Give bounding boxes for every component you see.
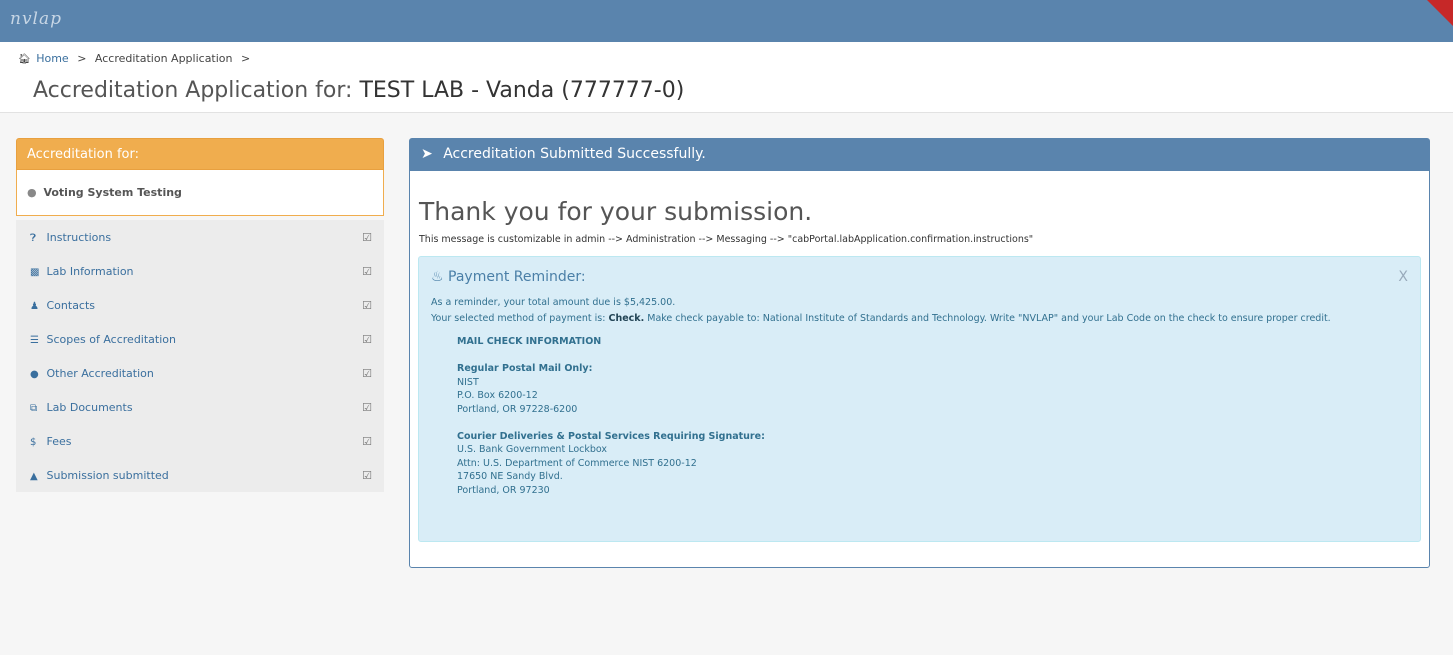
mail-heading: MAIL CHECK INFORMATION — [457, 336, 602, 347]
top-navbar: nvlap — [0, 0, 1453, 42]
payment-method-text: Your selected method of payment is: Chec… — [431, 313, 1331, 324]
copy-icon: ⧉ — [30, 403, 38, 414]
info-circle-icon: ❓︎ — [30, 233, 37, 244]
sidebar-item-label: Lab Information — [46, 265, 134, 278]
breadcrumb-accreditation-link[interactable]: Accreditation Application — [95, 52, 233, 65]
sidebar-item-scopes[interactable]: ☰ Scopes of Accreditation ☑ — [16, 322, 384, 356]
payment-reminder-title-text: Payment Reminder: — [448, 269, 586, 285]
customizable-message: This message is customizable in admin --… — [419, 234, 1034, 245]
payment-method-value: Check. — [608, 313, 645, 324]
panel-heading: ➤ Accreditation Submitted Successfully. — [410, 139, 1429, 171]
panel-heading-text: Accreditation Submitted Successfully. — [443, 146, 706, 162]
regular-address-line: Portland, OR 97228-6200 — [457, 403, 578, 415]
breadcrumb: 🏠︎ Home > Accreditation Application > — [18, 52, 255, 65]
check-square-icon: ☑ — [362, 435, 372, 448]
sidebar-item-instructions[interactable]: ❓︎ Instructions ☑ — [16, 220, 384, 254]
submission-panel: ➤ Accreditation Submitted Successfully. … — [409, 138, 1430, 568]
breadcrumb-home-link[interactable]: Home — [36, 52, 68, 65]
corner-ribbon — [1427, 0, 1453, 26]
regular-mail-heading: Regular Postal Mail Only: — [457, 363, 593, 374]
check-square-icon: ☑ — [362, 469, 372, 482]
sidebar-item-label: Scopes of Accreditation — [46, 333, 176, 346]
user-icon: ♟ — [30, 301, 39, 312]
check-square-icon: ☑ — [362, 401, 372, 414]
payment-reminder-alert: ♨ Payment Reminder: X As a reminder, you… — [418, 256, 1421, 542]
close-alert-button[interactable]: X — [1398, 269, 1408, 285]
check-square-icon: ☑ — [362, 231, 372, 244]
courier-address-line: Portland, OR 97230 — [457, 484, 550, 496]
mail-check-information: MAIL CHECK INFORMATION Regular Postal Ma… — [457, 335, 765, 497]
sidebar-steps: ❓︎ Instructions ☑ ▩ Lab Information ☑ ♟ … — [16, 220, 384, 492]
paper-plane-icon: ➤ — [421, 146, 433, 162]
page-title-prefix: Accreditation Application for: — [33, 78, 353, 103]
sidebar-heading: Accreditation for: — [16, 138, 384, 170]
amount-due-text: As a reminder, your total amount due is … — [431, 297, 676, 308]
circle-icon: ● — [30, 369, 39, 380]
payment-method-prefix: Your selected method of payment is: — [431, 313, 606, 324]
payment-reminder-title: ♨ Payment Reminder: — [431, 269, 586, 285]
sidebar-item-label: Contacts — [46, 299, 96, 312]
thumbs-up-icon: ▲ — [30, 471, 38, 482]
nvlap-logo[interactable]: nvlap — [10, 9, 62, 29]
check-square-icon: ☑ — [362, 265, 372, 278]
check-square-icon: ☑ — [362, 367, 372, 380]
building-icon: ▩ — [30, 267, 40, 278]
dollar-icon: $ — [30, 437, 37, 448]
bell-icon: ♨ — [431, 269, 444, 285]
courier-address-line: U.S. Bank Government Lockbox — [457, 444, 608, 455]
home-icon: 🏠︎ — [18, 54, 31, 65]
sidebar: Accreditation for: ● Voting System Testi… — [16, 138, 384, 492]
sidebar-item-label: Fees — [46, 435, 72, 448]
sidebar-item-contacts[interactable]: ♟ Contacts ☑ — [16, 288, 384, 322]
sidebar-item-fees[interactable]: $ Fees ☑ — [16, 424, 384, 458]
sidebar-item-label: Lab Documents — [46, 401, 133, 414]
courier-heading: Courier Deliveries & Postal Services Req… — [457, 430, 765, 442]
sidebar-current-program: ● Voting System Testing — [16, 170, 384, 216]
regular-address-line: NIST — [457, 376, 479, 388]
sidebar-item-other-accreditation[interactable]: ● Other Accreditation ☑ — [16, 356, 384, 390]
sidebar-item-label: Instructions — [46, 231, 112, 244]
page-title-lab-name: TEST LAB - Vanda (777777-0) — [359, 78, 685, 103]
list-icon: ☰ — [30, 335, 39, 346]
page-title: Accreditation Application for: TEST LAB … — [33, 78, 684, 103]
circle-icon: ● — [27, 186, 37, 199]
regular-address-line: P.O. Box 6200-12 — [457, 390, 538, 401]
check-square-icon: ☑ — [362, 299, 372, 312]
sidebar-item-lab-documents[interactable]: ⧉ Lab Documents ☑ — [16, 390, 384, 424]
payment-method-suffix: Make check payable to: National Institut… — [647, 313, 1331, 324]
sidebar-item-lab-information[interactable]: ▩ Lab Information ☑ — [16, 254, 384, 288]
sidebar-item-submission[interactable]: ▲ Submission submitted ☑ — [16, 458, 384, 492]
thank-you-heading: Thank you for your submission. — [419, 197, 813, 226]
courier-address-line: Attn: U.S. Department of Commerce NIST 6… — [457, 457, 697, 469]
breadcrumb-separator: > — [77, 52, 87, 65]
sidebar-item-label: Other Accreditation — [46, 367, 154, 380]
courier-address-line: 17650 NE Sandy Blvd. — [457, 471, 563, 482]
current-program-label: Voting System Testing — [43, 186, 182, 199]
sidebar-item-label: Submission submitted — [46, 469, 169, 482]
breadcrumb-separator: > — [241, 52, 251, 65]
check-square-icon: ☑ — [362, 333, 372, 346]
